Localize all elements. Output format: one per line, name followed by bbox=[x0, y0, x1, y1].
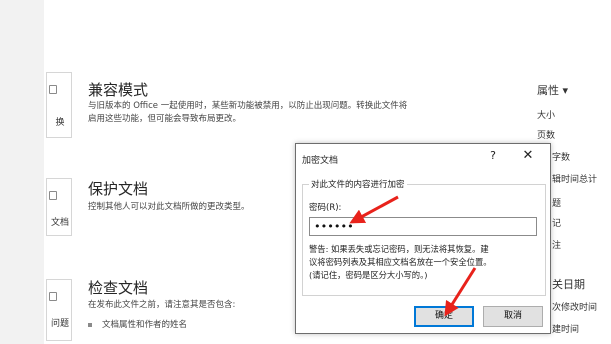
cancel-button[interactable]: 取消 bbox=[483, 306, 543, 327]
inspect-icon bbox=[49, 292, 57, 301]
protect-title: 保护文档 bbox=[88, 180, 149, 198]
convert-button[interactable]: 换 bbox=[46, 72, 72, 138]
check-for-issues-button[interactable]: 问题 bbox=[46, 279, 72, 341]
prop-tags: 记 bbox=[552, 219, 562, 229]
properties-dropdown[interactable]: 属性 ▾ bbox=[537, 82, 568, 98]
compat-desc-line: 启用这些功能，但可能会导致布局更改。 bbox=[88, 114, 242, 124]
convert-icon bbox=[49, 85, 57, 94]
inspect-bullet: 文档属性和作者的姓名 bbox=[88, 318, 187, 330]
groupbox-label: 对此文件的内容进行加密 bbox=[309, 178, 407, 190]
dialog-title: 加密文档 bbox=[302, 156, 339, 166]
protect-description: 控制其他人可以对此文档所做的更改类型。 bbox=[88, 202, 250, 212]
chevron-down-icon: ▾ bbox=[562, 84, 569, 97]
protect-document-button[interactable]: 文档 bbox=[46, 178, 72, 236]
prop-pages: 页数 bbox=[537, 131, 556, 141]
close-icon[interactable]: ✕ bbox=[520, 148, 536, 164]
password-warning: 警告: 如果丢失或忘记密码，则无法将其恢复。建 议将密码列表及其相应文档名放在一… bbox=[309, 243, 541, 282]
help-icon[interactable]: ? bbox=[486, 149, 500, 165]
warning-line: 警告: 如果丢失或忘记密码，则无法将其恢复。建 bbox=[309, 244, 489, 254]
prop-words: 字数 bbox=[552, 153, 571, 163]
inspect-description: 在发布此文件之前，请注意其是否包含: bbox=[88, 300, 236, 310]
prop-comments: 注 bbox=[552, 241, 562, 251]
backstage-nav-strip bbox=[0, 0, 44, 344]
warning-line: (请记住，密码是区分大小写的。) bbox=[309, 270, 428, 280]
prop-title: 题 bbox=[552, 199, 562, 209]
prop-last-modified: 次修改时间 bbox=[552, 303, 598, 313]
password-input[interactable]: •••••• bbox=[309, 217, 537, 236]
protect-button-label: 文档 bbox=[50, 218, 69, 228]
encrypt-groupbox: 对此文件的内容进行加密 密码(R): •••••• 警告: 如果丢失或忘记密码，… bbox=[302, 178, 546, 296]
check-button-label: 问题 bbox=[50, 319, 69, 329]
prop-edit-time: 辑时间总计 bbox=[552, 175, 598, 185]
compat-desc-line: 与旧版本的 Office 一起使用时，某些新功能被禁用，以防止出现问题。转换此文… bbox=[88, 101, 408, 111]
convert-button-label: 换 bbox=[55, 118, 65, 128]
related-dates-heading: 关日期 bbox=[552, 278, 585, 291]
compat-description: 与旧版本的 Office 一起使用时，某些新功能被禁用，以防止出现问题。转换此文… bbox=[88, 100, 407, 126]
warning-line: 议将密码列表及其相应文档名放在一个安全位置。 bbox=[309, 257, 492, 267]
compat-title: 兼容模式 bbox=[88, 81, 149, 99]
encrypt-document-dialog: 加密文档 ? ✕ 对此文件的内容进行加密 密码(R): •••••• 警告: 如… bbox=[295, 143, 551, 334]
lock-icon bbox=[49, 191, 57, 200]
prop-size: 大小 bbox=[537, 111, 556, 121]
password-label: 密码(R): bbox=[309, 203, 342, 213]
prop-created: 建时间 bbox=[552, 325, 580, 335]
inspect-title: 检查文档 bbox=[88, 279, 149, 297]
ok-button[interactable]: 确定 bbox=[414, 306, 474, 327]
properties-label: 属性 bbox=[537, 84, 559, 97]
